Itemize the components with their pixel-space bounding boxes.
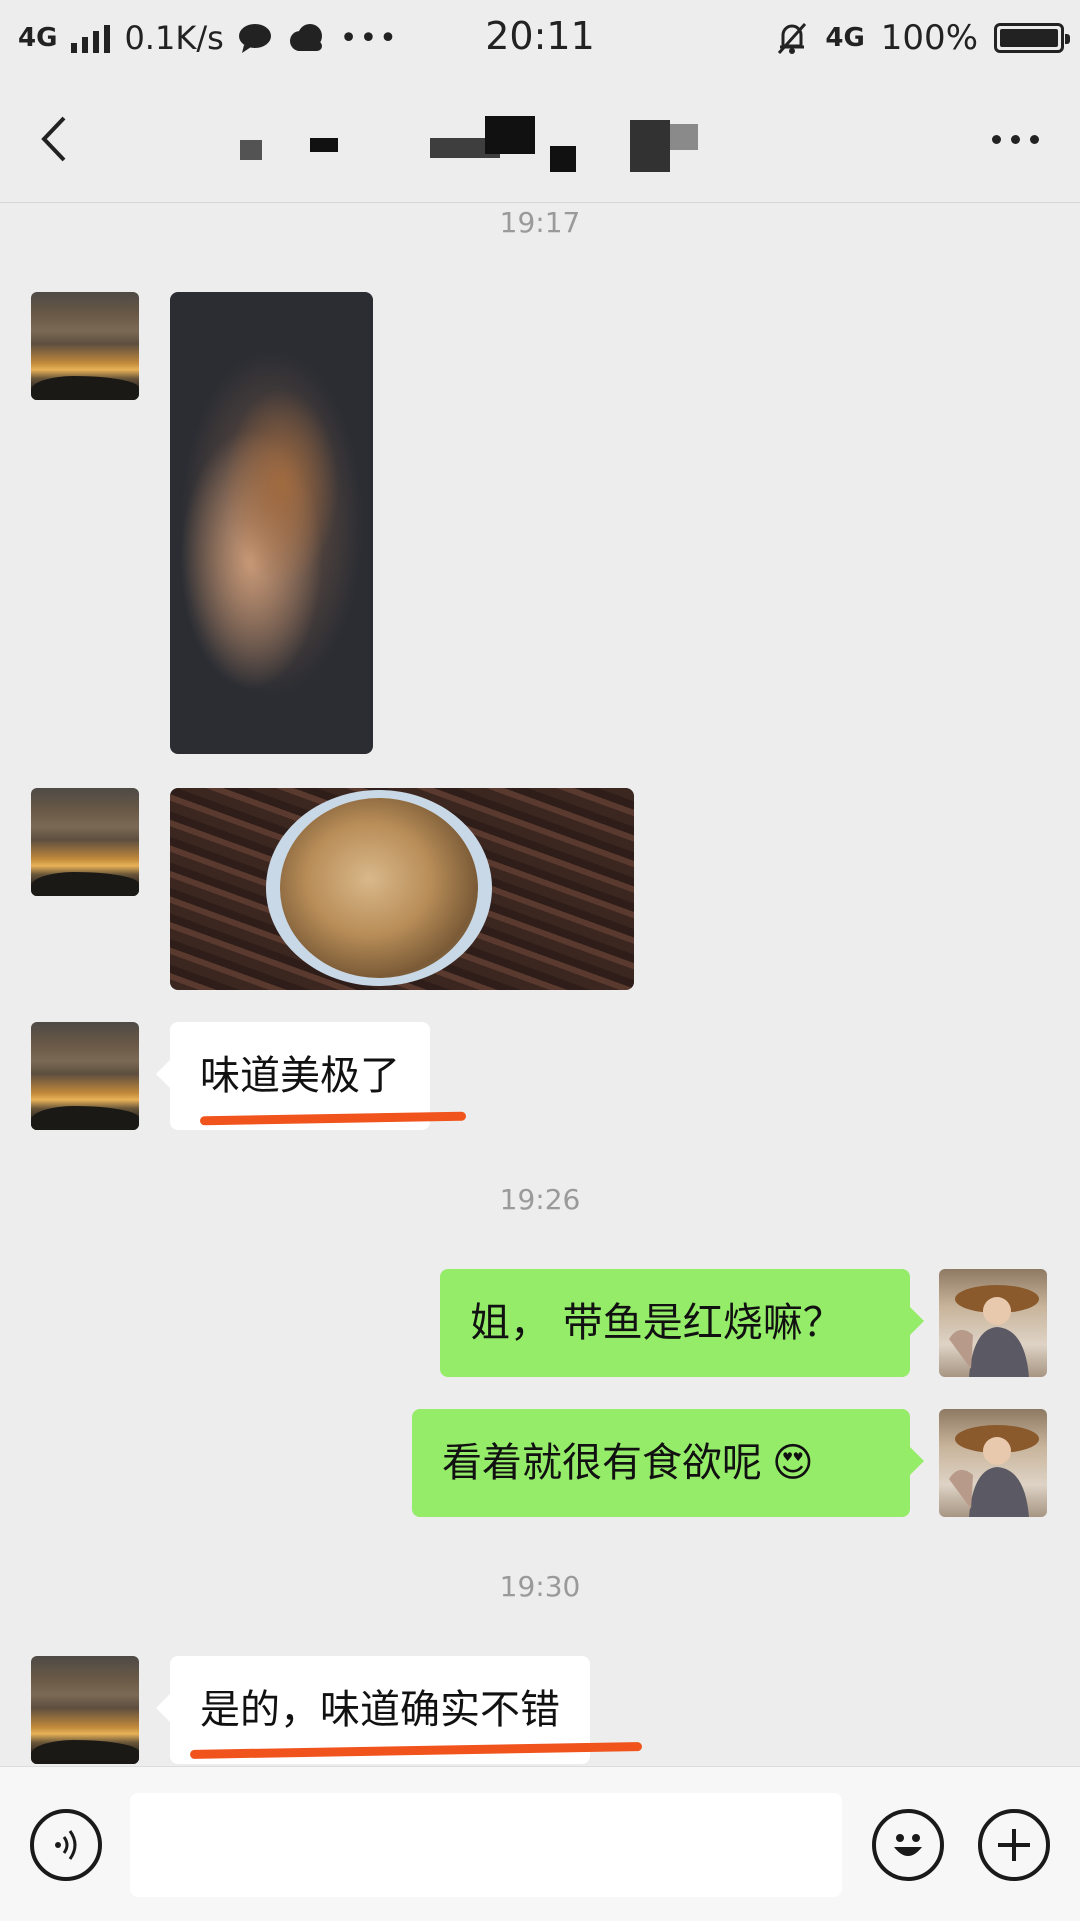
message-text: 味道美极了 (200, 1053, 400, 1099)
person-photo-icon (949, 1425, 1039, 1517)
back-button[interactable] (30, 106, 90, 172)
voice-icon (55, 1830, 77, 1860)
timestamp: 19:30 (499, 1570, 581, 1603)
fish-food-shape (280, 798, 478, 978)
message-bubble-outgoing[interactable]: 姐， 带鱼是红烧嘛？ (440, 1269, 924, 1377)
battery-percent: 100% (880, 18, 978, 58)
battery-icon (994, 23, 1070, 53)
message-text: 看着就很有食欲呢 (442, 1440, 762, 1486)
chat-header (0, 76, 1080, 203)
ellipsis-icon (991, 134, 1001, 144)
status-bar: 4G 0.1K/s ••• 20:11 4G 100% (0, 0, 1080, 76)
image-message-pan[interactable] (170, 292, 373, 754)
my-avatar[interactable] (939, 1409, 1047, 1517)
input-bar (0, 1766, 1080, 1921)
chat-bubble-icon (238, 24, 271, 53)
status-right: 4G 100% (775, 14, 1070, 62)
message-bubble-outgoing[interactable]: 看着就很有食欲呢 😍 (412, 1409, 924, 1517)
person-photo-icon (949, 1285, 1039, 1377)
contact-avatar[interactable] (31, 1656, 139, 1764)
my-avatar[interactable] (939, 1269, 1047, 1377)
contact-avatar[interactable] (31, 1022, 139, 1130)
network-type: 4G (18, 23, 58, 53)
message-input[interactable] (130, 1793, 842, 1897)
chat-title-redacted (230, 116, 830, 176)
network-speed: 0.1K/s (124, 19, 224, 57)
muted-bell-icon (778, 22, 807, 55)
voice-button[interactable] (30, 1809, 102, 1881)
more-notifications-icon: ••• (339, 20, 399, 56)
plus-icon (998, 1829, 1030, 1861)
timestamp: 19:26 (499, 1183, 581, 1216)
emoji-icon (894, 1834, 922, 1856)
emoji-button[interactable] (872, 1809, 944, 1881)
cloud-icon (289, 24, 322, 51)
heart-eyes-emoji: 😍 (772, 1440, 814, 1486)
image-message-bowl[interactable] (170, 788, 634, 990)
more-button[interactable] (980, 106, 1050, 172)
message-text: 姐， 带鱼是红烧嘛？ (470, 1300, 843, 1346)
chevron-left-icon (41, 116, 66, 162)
status-left: 4G 0.1K/s ••• (18, 14, 399, 62)
timestamp: 19:17 (499, 206, 581, 239)
network-type-right: 4G (825, 23, 865, 53)
contact-avatar[interactable] (31, 292, 139, 400)
signal-icon (71, 23, 111, 53)
message-text: 是的，味道确实不错 (200, 1687, 560, 1733)
contact-avatar[interactable] (31, 788, 139, 896)
plus-button[interactable] (978, 1809, 1050, 1881)
